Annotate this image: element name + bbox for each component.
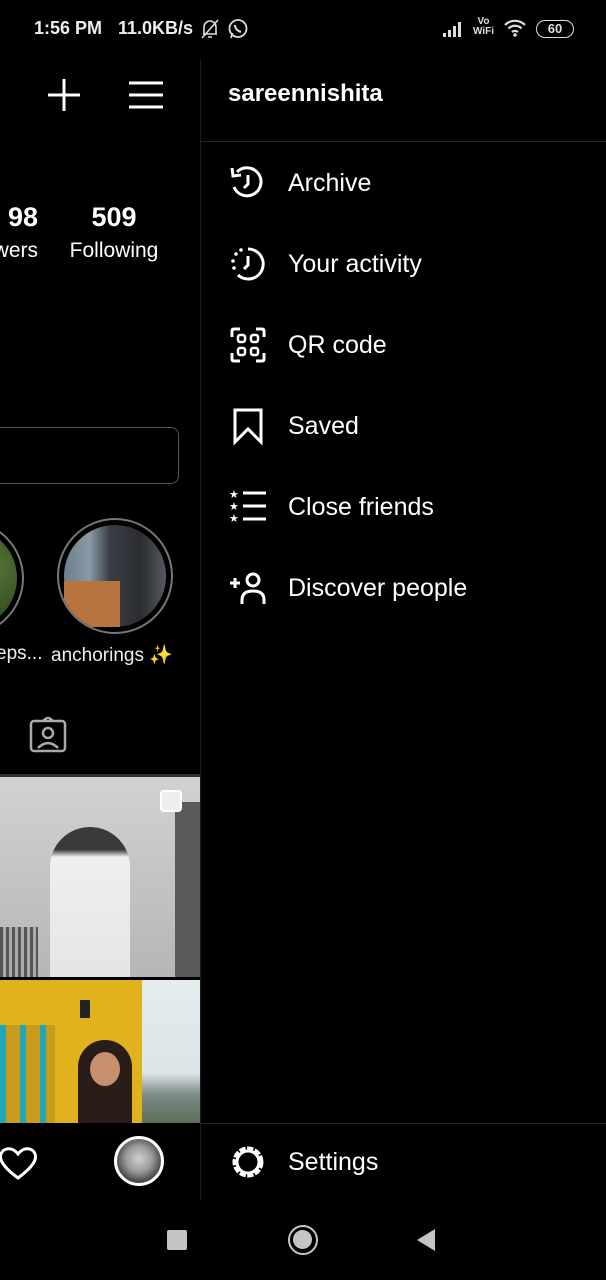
menu-icon[interactable] [128, 80, 164, 115]
side-drawer: sareennishita Archive Your activity QR c… [200, 60, 606, 1200]
tagged-icon[interactable] [29, 715, 67, 758]
story-label: anchorings ✨ [51, 645, 173, 666]
svg-text:★: ★ [229, 512, 239, 525]
menu-item-archive[interactable]: Archive [201, 143, 606, 223]
system-navigation-bar [0, 1200, 606, 1280]
story-label: eps... [0, 643, 43, 664]
menu-item-discover-people[interactable]: Discover people [201, 548, 606, 628]
profile-avatar[interactable] [114, 1136, 164, 1186]
followers-stat[interactable]: 98 wers [0, 202, 38, 263]
activity-icon [228, 244, 268, 284]
post-thumbnail[interactable] [0, 777, 200, 977]
vowifi-bottom-text: WiFi [473, 26, 495, 37]
settings-gear-icon [228, 1142, 268, 1182]
following-count: 509 [91, 202, 137, 232]
battery-indicator: 60 [536, 20, 574, 38]
qr-code-icon [228, 325, 268, 365]
bookmark-icon [228, 406, 268, 446]
heart-icon[interactable] [0, 1145, 38, 1186]
bell-off-icon [200, 18, 220, 45]
menu-label: Close friends [288, 492, 434, 521]
menu-item-qr-code[interactable]: QR code [201, 305, 606, 385]
post-thumbnail[interactable] [0, 980, 200, 1123]
signal-icon [442, 20, 464, 43]
followers-label: wers [0, 239, 38, 262]
battery-level: 60 [547, 21, 563, 36]
status-time: 1:56 PM [34, 18, 103, 38]
wifi-icon [503, 18, 527, 43]
following-label: Following [69, 239, 159, 262]
followers-count: 98 [7, 202, 38, 232]
edit-profile-button[interactable] [0, 427, 179, 484]
profile-page: 98 wers 509 Following eps... anchorings … [0, 60, 200, 1200]
close-friends-icon: ★ ★ ★ [228, 487, 268, 527]
divider [201, 141, 606, 142]
drawer-username: sareennishita [228, 80, 383, 107]
add-person-icon [228, 568, 268, 608]
status-bar: 1:56 PM 11.0KB/s Vo WiFi 60 [0, 0, 606, 60]
menu-item-close-friends[interactable]: ★ ★ ★ Close friends [201, 467, 606, 547]
whatsapp-icon [227, 18, 249, 45]
menu-label: Discover people [288, 573, 468, 602]
home-button[interactable] [288, 1225, 318, 1255]
recents-button[interactable] [167, 1230, 187, 1250]
menu-item-settings[interactable]: Settings [201, 1124, 606, 1200]
bottom-nav [0, 1123, 200, 1200]
multiple-photos-icon [160, 790, 182, 812]
story-highlight[interactable] [0, 520, 24, 636]
plus-icon[interactable] [46, 77, 82, 118]
archive-icon [228, 163, 268, 203]
back-button[interactable] [416, 1228, 436, 1257]
menu-item-your-activity[interactable]: Your activity [201, 224, 606, 304]
menu-label: QR code [288, 330, 387, 359]
settings-label: Settings [288, 1147, 379, 1176]
status-net-speed: 11.0KB/s [118, 18, 194, 38]
vowifi-icon: Vo WiFi [473, 17, 494, 37]
story-highlight[interactable] [57, 518, 173, 634]
following-stat[interactable]: 509 Following [60, 202, 168, 263]
menu-label: Your activity [288, 249, 422, 278]
menu-label: Saved [288, 411, 359, 440]
menu-label: Archive [288, 168, 372, 197]
menu-item-saved[interactable]: Saved [201, 386, 606, 466]
